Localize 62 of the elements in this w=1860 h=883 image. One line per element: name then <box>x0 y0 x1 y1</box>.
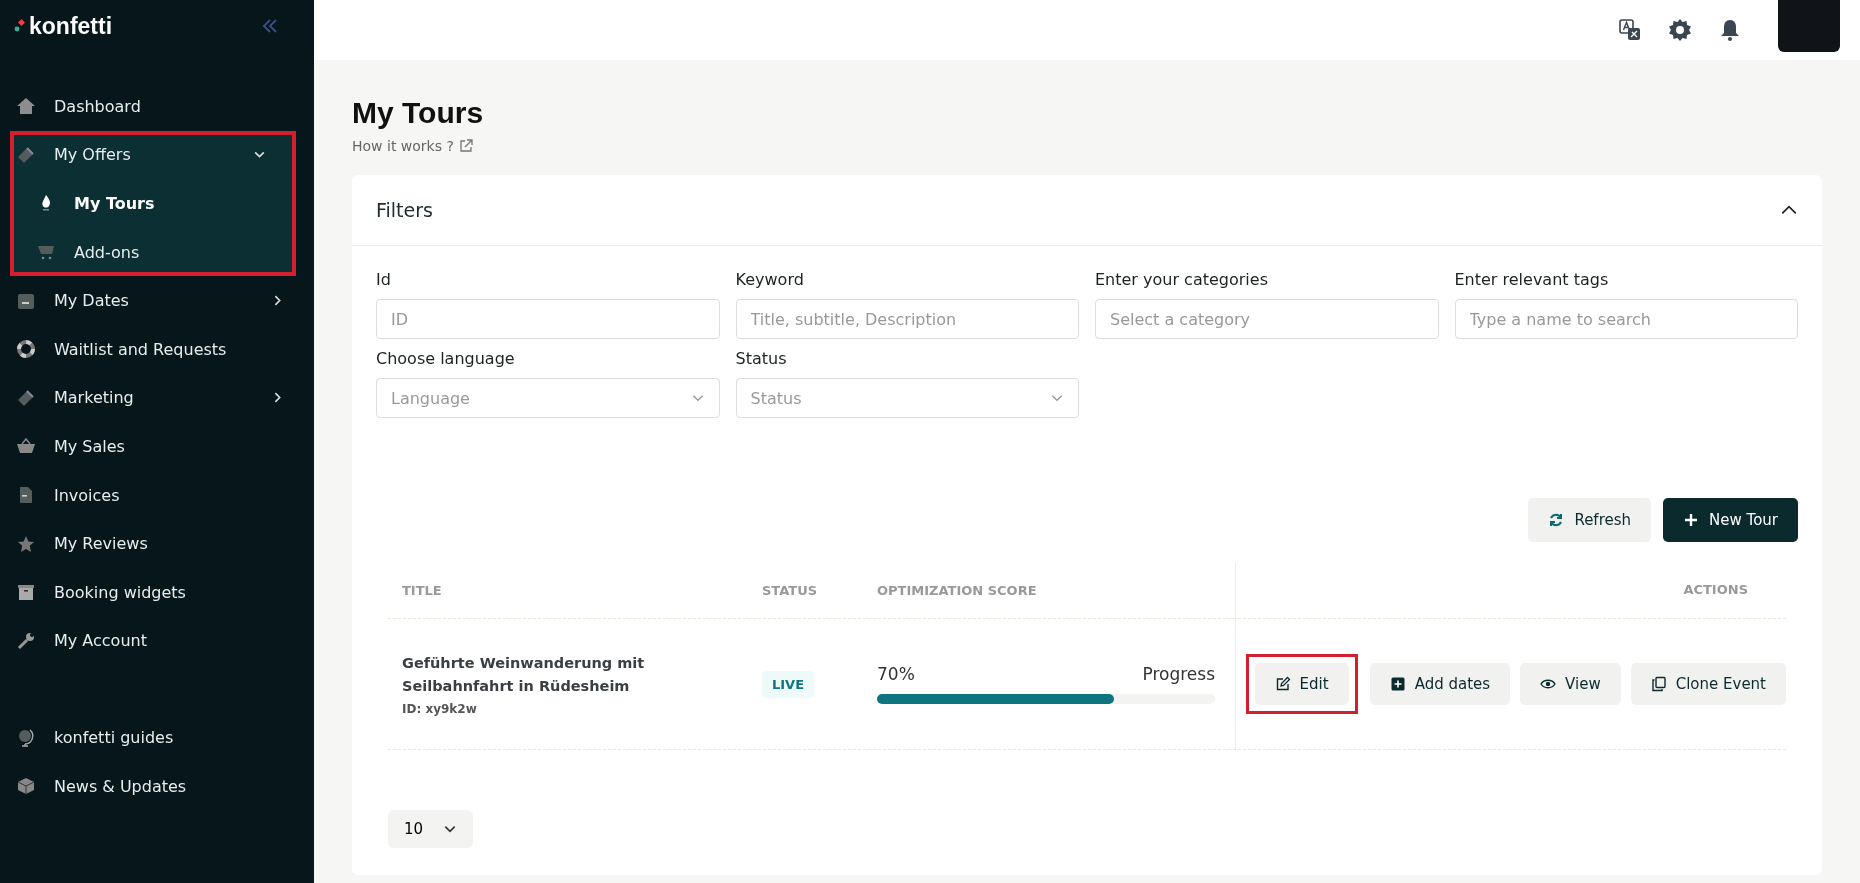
sidebar-item[interactable]: Dashboard <box>0 82 314 131</box>
filters-title: Filters <box>376 199 433 221</box>
sidebar-item[interactable]: Waitlist and Requests <box>0 324 314 374</box>
settings-icon[interactable] <box>1668 18 1692 42</box>
ticket-icon <box>16 144 36 165</box>
field-label: Enter relevant tags <box>1454 270 1610 289</box>
column-header: ACTIONS <box>1235 562 1786 618</box>
sidebar-item[interactable]: My Offers <box>10 130 296 180</box>
sidebar-item[interactable]: My Dates <box>0 276 314 325</box>
home-icon <box>16 96 36 117</box>
status-badge: LIVE <box>762 670 815 698</box>
edit-button[interactable]: Edit <box>1254 663 1349 705</box>
sidebar-subitem[interactable]: My Tours <box>10 179 296 228</box>
column-header: STATUS <box>761 582 819 598</box>
field-label: Status <box>735 349 788 368</box>
cube-icon <box>16 776 36 796</box>
logo[interactable]: konfetti <box>14 12 113 40</box>
refresh-icon <box>1548 512 1565 528</box>
copy-icon <box>1650 676 1667 692</box>
clone-button[interactable]: Clone Event <box>1630 663 1786 705</box>
new-tour-button[interactable]: New Tour <box>1663 498 1798 542</box>
sidebar-item[interactable]: konfetti guides <box>0 713 314 762</box>
input-field[interactable]: ID <box>376 299 720 339</box>
tour-id: ID: xy9k2w <box>402 702 478 716</box>
plus-square-icon <box>1389 676 1406 692</box>
field-label: Keyword <box>735 270 805 289</box>
input-field[interactable]: Select a category <box>1095 299 1439 339</box>
score-value: 70% <box>877 664 915 684</box>
input-field[interactable]: Type a name to search <box>1454 299 1798 339</box>
help-link[interactable]: How it works ? <box>352 138 474 154</box>
ticket-icon <box>16 387 36 408</box>
wrench-icon <box>16 630 36 651</box>
sidebar-item[interactable]: News & Updates <box>0 761 314 811</box>
tour-title: Geführte Weinwanderung mit Seilbahnfahrt in Rüdesheim <box>402 654 646 696</box>
translate-icon[interactable] <box>1618 18 1642 42</box>
external-link-icon <box>457 138 474 154</box>
field-label: Enter your categories <box>1095 270 1269 289</box>
column-header: TITLE <box>401 582 443 598</box>
sidebar-item[interactable]: My Sales <box>0 422 314 471</box>
sidebar-subitem[interactable]: Add-ons <box>10 227 296 277</box>
lifebuoy-icon <box>16 339 36 360</box>
progress-label: Progress <box>1142 664 1215 684</box>
view-button[interactable]: View <box>1520 663 1621 705</box>
sidebar-item[interactable]: Invoices <box>0 470 314 520</box>
pencil-square-icon <box>1274 676 1291 692</box>
add-button[interactable]: Add dates <box>1369 663 1511 705</box>
sidebar-item[interactable]: Marketing <box>0 373 314 423</box>
confetti-logo-icon <box>14 18 26 34</box>
field-label: Id <box>376 270 392 289</box>
logo-text: konfetti <box>29 12 113 40</box>
globe-icon <box>16 727 36 748</box>
field-label: Choose language <box>376 349 516 368</box>
sidebar-item[interactable]: My Reviews <box>0 519 314 568</box>
box-icon <box>16 582 36 603</box>
page-size-select[interactable]: 10 <box>388 810 474 848</box>
page-title: My Tours <box>352 96 485 130</box>
plus-icon <box>1683 512 1700 528</box>
input-field[interactable]: Title, subtitle, Description <box>735 299 1079 339</box>
sidebar-item[interactable]: My Account <box>0 616 314 666</box>
refresh-button[interactable]: Refresh <box>1528 498 1652 542</box>
sidebar-item[interactable]: Booking widgets <box>0 567 314 617</box>
column-header: OPTIMIZATION SCORE <box>876 582 1038 598</box>
